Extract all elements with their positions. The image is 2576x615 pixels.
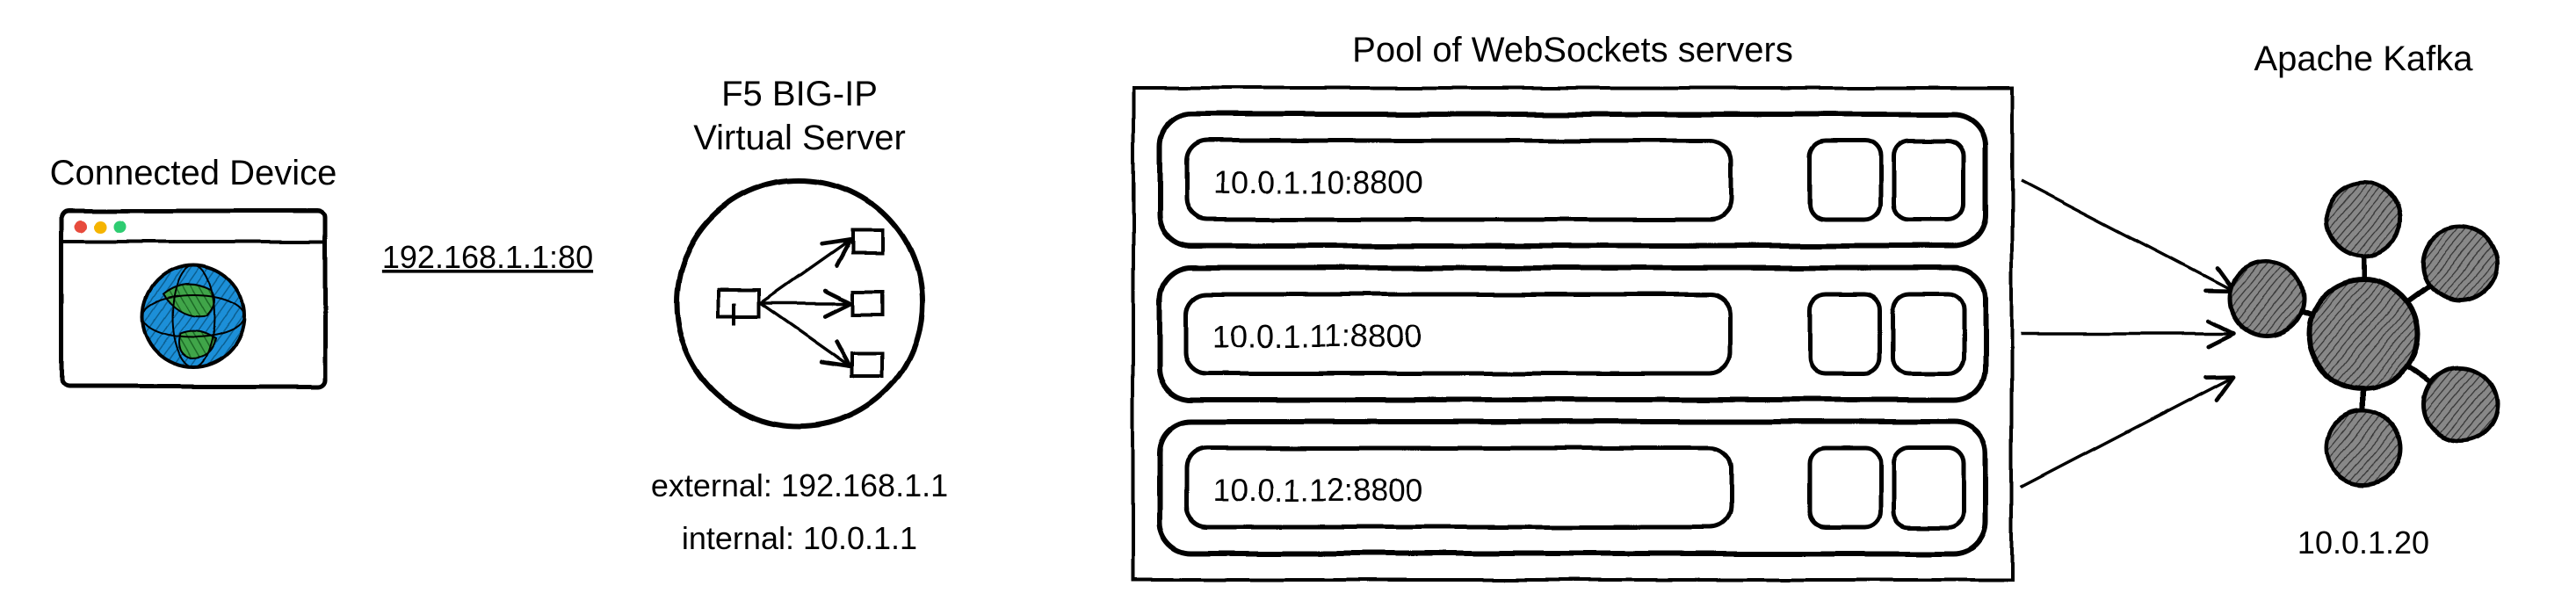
connected-device: Connected Device xyxy=(50,154,337,387)
load-balancer: F5 BIG-IP Virtual Server external: 192.1… xyxy=(651,75,948,556)
server-pool: Pool of WebSockets servers 10.0.1.10:880… xyxy=(1133,31,2012,580)
kafka-title: Apache Kafka xyxy=(2254,40,2473,78)
load-balancer-icon xyxy=(677,180,923,426)
device-title: Connected Device xyxy=(50,154,337,192)
server-addr-0: 10.0.1.10:8800 xyxy=(1212,164,1423,200)
arrows-pool-to-kafka xyxy=(2021,180,2232,488)
lb-external-label: external: 192.168.1.1 xyxy=(651,467,948,503)
server-row-1: 10.0.1.11:8800 xyxy=(1160,268,1986,400)
server-row-0: 10.0.1.10:8800 xyxy=(1160,114,1986,246)
server-row-2: 10.0.1.12:8800 xyxy=(1160,422,1986,554)
kafka: Apache Kafka 10.0.1.20 xyxy=(2230,40,2497,561)
lb-internal-label: internal: 10.0.1.1 xyxy=(682,520,917,556)
globe-icon xyxy=(142,265,244,367)
arrow-device-to-lb: 192.168.1.1:80 xyxy=(343,239,650,303)
server-addr-1: 10.0.1.11:8800 xyxy=(1212,318,1422,354)
kafka-addr: 10.0.1.20 xyxy=(2297,525,2429,561)
device-connect-label: 192.168.1.1:80 xyxy=(382,239,593,275)
browser-icon xyxy=(62,211,325,387)
pool-title: Pool of WebSockets servers xyxy=(1352,31,1793,69)
lb-title-line1: F5 BIG-IP xyxy=(721,75,878,113)
lb-title-line2: Virtual Server xyxy=(693,119,906,157)
server-addr-2: 10.0.1.12:8800 xyxy=(1212,472,1423,508)
kafka-icon xyxy=(2230,183,2497,485)
